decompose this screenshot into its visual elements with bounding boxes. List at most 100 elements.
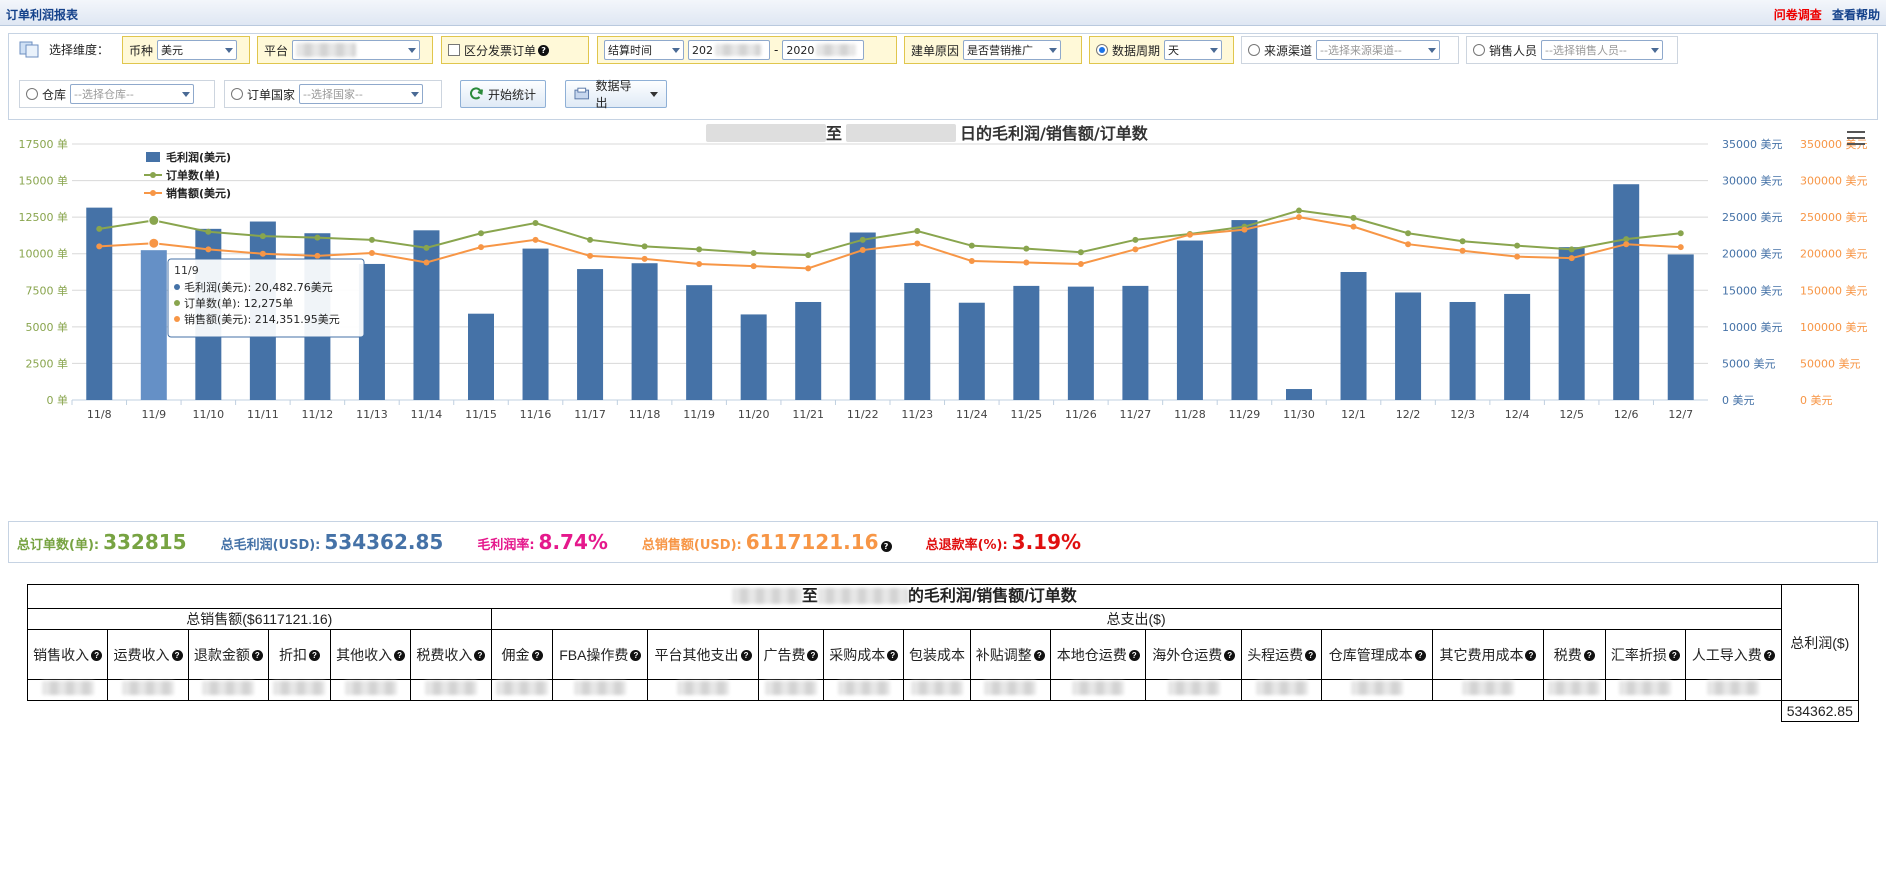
help-icon[interactable]: ? bbox=[1763, 650, 1775, 662]
legend-swatch bbox=[146, 152, 160, 162]
help-icon[interactable]: ? bbox=[394, 650, 406, 662]
x-tick: 12/2 bbox=[1396, 408, 1421, 421]
reason-select[interactable]: 是否营销推广 bbox=[963, 40, 1062, 60]
help-icon[interactable]: ? bbox=[1525, 650, 1537, 662]
start-button[interactable]: 开始统计 bbox=[460, 80, 546, 108]
bar bbox=[1067, 286, 1094, 400]
date-filter: 结算时间 202 - 2020 bbox=[597, 36, 897, 64]
table-cell bbox=[187, 679, 270, 701]
summary-orders: 总订单数(单): 332815 bbox=[17, 530, 187, 554]
help-icon[interactable]: ? bbox=[1668, 650, 1680, 662]
redacted-value bbox=[816, 44, 857, 56]
source-select[interactable]: --选择来源渠道-- bbox=[1316, 40, 1441, 60]
redacted-value bbox=[574, 681, 627, 695]
help-icon[interactable]: ? bbox=[1305, 650, 1317, 662]
data-point bbox=[1568, 246, 1575, 253]
help-icon[interactable]: ? bbox=[538, 44, 550, 56]
help-icon[interactable]: ? bbox=[1583, 650, 1595, 662]
table-title-end: 的毛利润/销售额/订单数 bbox=[907, 587, 1077, 605]
x-tick: 12/6 bbox=[1614, 408, 1639, 421]
invoice-label: 区分发票订单 bbox=[464, 43, 537, 58]
sales-select[interactable]: --选择销售人员-- bbox=[1541, 40, 1664, 60]
column-header: 补贴调整? bbox=[969, 629, 1051, 680]
help-icon[interactable]: ? bbox=[1033, 650, 1045, 662]
legend-label: 毛利润(美元) bbox=[166, 150, 231, 164]
platform-select[interactable] bbox=[292, 40, 421, 60]
help-icon[interactable]: ? bbox=[887, 650, 899, 662]
table-cell bbox=[757, 679, 825, 701]
invoice-checkbox[interactable] bbox=[448, 44, 460, 56]
help-icon[interactable]: ? bbox=[1224, 650, 1236, 662]
country-radio[interactable] bbox=[231, 88, 243, 100]
warehouse-filter: 仓库 --选择仓库-- bbox=[19, 80, 215, 108]
tooltip-line: 销售额(美元): 214,351.95美元 bbox=[184, 312, 340, 326]
summary-bar: 总订单数(单): 332815 总毛利润(USD): 534362.85 毛利润率:… bbox=[8, 521, 1878, 563]
help-link[interactable]: 查看帮助 bbox=[1832, 8, 1880, 22]
help-icon[interactable]: ? bbox=[91, 650, 103, 662]
date-start-input[interactable]: 202 bbox=[688, 40, 770, 60]
help-icon[interactable]: ? bbox=[251, 650, 263, 662]
redacted-value bbox=[731, 588, 802, 605]
help-icon[interactable]: ? bbox=[171, 650, 183, 662]
date-type-select[interactable]: 结算时间 bbox=[604, 40, 684, 60]
currency-select[interactable]: 美元 bbox=[157, 40, 238, 60]
data-point bbox=[914, 228, 921, 235]
table-cell bbox=[26, 679, 109, 701]
sales-radio[interactable] bbox=[1473, 44, 1485, 56]
help-icon[interactable]: ? bbox=[308, 650, 320, 662]
redacted-value bbox=[1167, 681, 1220, 695]
data-point bbox=[96, 243, 103, 250]
x-tick: 12/5 bbox=[1559, 408, 1584, 421]
column-header-label: 人工导入费 bbox=[1691, 646, 1762, 663]
date-end-input[interactable]: 2020 bbox=[782, 40, 865, 60]
period-radio[interactable] bbox=[1096, 44, 1108, 56]
chart-menu-icon[interactable] bbox=[1847, 131, 1865, 147]
warehouse-radio[interactable] bbox=[26, 88, 38, 100]
redacted-value bbox=[984, 681, 1037, 695]
y-tick-left: 12500 单 bbox=[19, 211, 69, 224]
x-tick: 11/20 bbox=[738, 408, 770, 421]
data-point bbox=[314, 252, 321, 259]
table-cell bbox=[552, 679, 649, 701]
y-tick-right-profit: 10000 美元 bbox=[1722, 321, 1783, 334]
help-icon[interactable]: ? bbox=[474, 650, 486, 662]
export-button[interactable]: 数据导出 bbox=[565, 79, 667, 110]
redacted-value bbox=[1072, 681, 1125, 695]
legend-label: 订单数(单) bbox=[166, 168, 220, 182]
data-point bbox=[1623, 241, 1630, 248]
date-type-value: 结算时间 bbox=[608, 44, 652, 57]
column-header-label: 仓库管理成本 bbox=[1328, 646, 1413, 663]
help-icon[interactable]: ? bbox=[880, 541, 892, 552]
survey-link[interactable]: 问卷调查 bbox=[1774, 8, 1822, 22]
data-point bbox=[1514, 242, 1521, 249]
redacted-value bbox=[424, 681, 477, 695]
source-placeholder: --选择来源渠道-- bbox=[1320, 44, 1402, 57]
warehouse-select[interactable]: --选择仓库-- bbox=[70, 84, 195, 104]
data-point bbox=[696, 246, 703, 253]
table-cell bbox=[969, 679, 1051, 701]
column-header-label: 海外仓运费 bbox=[1152, 646, 1223, 663]
source-radio[interactable] bbox=[1248, 44, 1260, 56]
column-header-label: 本地仓运费 bbox=[1056, 646, 1127, 663]
column-header: 运费收入? bbox=[107, 629, 189, 680]
redacted-value bbox=[837, 681, 890, 695]
help-icon[interactable]: ? bbox=[1414, 650, 1426, 662]
country-select[interactable]: --选择国家-- bbox=[299, 84, 424, 104]
bar bbox=[1667, 254, 1694, 400]
column-header: 包装成本 bbox=[903, 629, 971, 680]
bar bbox=[1340, 272, 1367, 400]
help-icon[interactable]: ? bbox=[740, 650, 752, 662]
data-point bbox=[750, 249, 757, 256]
currency-label: 币种 bbox=[129, 43, 154, 58]
help-icon[interactable]: ? bbox=[630, 650, 642, 662]
bar bbox=[1449, 301, 1476, 400]
table-cell bbox=[1432, 679, 1544, 701]
x-tick: 11/10 bbox=[192, 408, 224, 421]
date-end-value: 2020 bbox=[786, 43, 815, 57]
period-select[interactable]: 天 bbox=[1164, 40, 1223, 60]
help-icon[interactable]: ? bbox=[1128, 650, 1140, 662]
help-icon[interactable]: ? bbox=[807, 650, 819, 662]
table-cell bbox=[1241, 679, 1323, 701]
help-icon[interactable]: ? bbox=[531, 650, 543, 662]
platform-filter: 平台 bbox=[257, 36, 433, 64]
